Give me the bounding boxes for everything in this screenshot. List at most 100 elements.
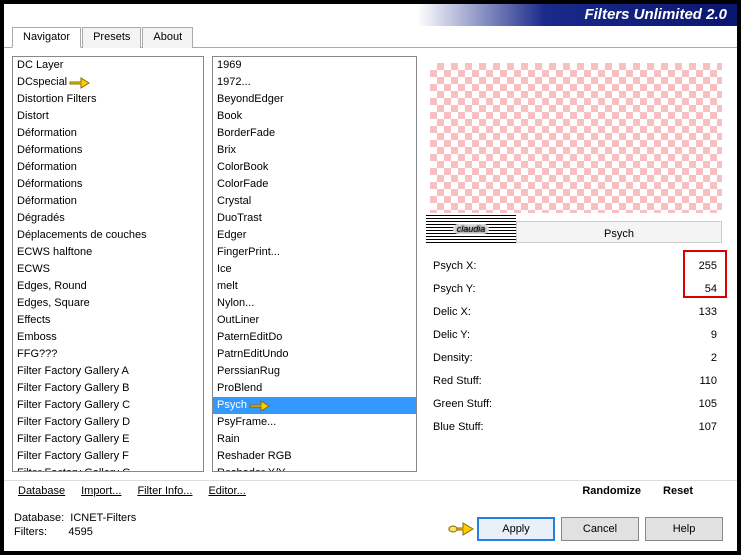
- param-value: 54: [677, 283, 717, 295]
- category-item[interactable]: DCspecial: [13, 74, 203, 91]
- category-item[interactable]: Filter Factory Gallery E: [13, 431, 203, 448]
- status-db-value: ICNET-Filters: [70, 512, 136, 524]
- title-bar: Filters Unlimited 2.0: [4, 4, 737, 26]
- category-item[interactable]: DC Layer: [13, 57, 203, 74]
- editor-link[interactable]: Editor...: [208, 485, 245, 497]
- category-item[interactable]: Filter Factory Gallery B: [13, 380, 203, 397]
- category-item[interactable]: Déformation: [13, 159, 203, 176]
- param-row[interactable]: Delic X:133: [429, 300, 721, 323]
- category-item[interactable]: Distort: [13, 108, 203, 125]
- import-link[interactable]: Import...: [81, 485, 121, 497]
- param-row[interactable]: Red Stuff:110: [429, 369, 721, 392]
- list-item-label: DC Layer: [17, 59, 63, 71]
- filter-list[interactable]: 19691972... BeyondEdger Book BorderFade Brix…: [212, 56, 417, 472]
- filter-item[interactable]: Nylon...: [213, 295, 416, 312]
- param-row[interactable]: Green Stuff: 105: [429, 392, 721, 415]
- filter-item[interactable]: Brix: [213, 142, 416, 159]
- param-row[interactable]: Delic Y:9: [429, 323, 721, 346]
- status-filters-label: Filters:: [14, 526, 47, 538]
- category-item[interactable]: Déformations: [13, 142, 203, 159]
- list-item-label: BorderFade: [217, 127, 275, 139]
- filter-item[interactable]: Psych: [213, 397, 416, 414]
- watermark-badge: claudia: [426, 215, 516, 243]
- filter-item[interactable]: 1969: [213, 57, 416, 74]
- filter-item[interactable]: melt: [213, 278, 416, 295]
- list-item-label: FFG???: [17, 348, 57, 360]
- cancel-button[interactable]: Cancel: [561, 517, 639, 541]
- list-item-label: Déformation: [17, 127, 77, 139]
- filter-info-link[interactable]: Filter Info...: [137, 485, 192, 497]
- category-item[interactable]: ECWS halftone: [13, 244, 203, 261]
- category-item[interactable]: Dégradés: [13, 210, 203, 227]
- param-row[interactable]: Density:2: [429, 346, 721, 369]
- filter-item[interactable]: BorderFade: [213, 125, 416, 142]
- filter-item[interactable]: OutLiner: [213, 312, 416, 329]
- list-item-label: Book: [217, 110, 242, 122]
- filter-item[interactable]: 1972...: [213, 74, 416, 91]
- list-item-label: PatrnEditUndo: [217, 348, 289, 360]
- filter-item[interactable]: ColorFade: [213, 176, 416, 193]
- category-item[interactable]: Déformations: [13, 176, 203, 193]
- param-value: 105: [677, 398, 717, 410]
- list-item-label: Reshader X/Y: [217, 467, 285, 472]
- tab-presets[interactable]: Presets: [82, 27, 141, 48]
- category-item[interactable]: Filter Factory Gallery D: [13, 414, 203, 431]
- pointer-hand-icon: [249, 398, 269, 412]
- param-row[interactable]: Psych Y:54: [429, 277, 721, 300]
- filter-item[interactable]: PsyFrame...: [213, 414, 416, 431]
- filter-item[interactable]: DuoTrast: [213, 210, 416, 227]
- category-item[interactable]: Filter Factory Gallery G: [13, 465, 203, 472]
- category-item[interactable]: Filter Factory Gallery F: [13, 448, 203, 465]
- filter-item[interactable]: BeyondEdger: [213, 91, 416, 108]
- help-button[interactable]: Help: [645, 517, 723, 541]
- filter-item[interactable]: Book: [213, 108, 416, 125]
- tab-about[interactable]: About: [142, 27, 193, 48]
- status-filters-value: 4595: [68, 526, 92, 538]
- filter-item[interactable]: Ice: [213, 261, 416, 278]
- list-item-label: Filter Factory Gallery E: [17, 433, 129, 445]
- randomize-link[interactable]: Randomize: [582, 485, 641, 497]
- filter-item[interactable]: Crystal: [213, 193, 416, 210]
- param-row[interactable]: Psych X:255: [429, 254, 721, 277]
- param-row[interactable]: Blue Stuff:107: [429, 415, 721, 438]
- database-link[interactable]: Database: [18, 485, 65, 497]
- category-item[interactable]: FFG???: [13, 346, 203, 363]
- filter-label-row: claudia Psych: [426, 215, 722, 245]
- category-item[interactable]: Déplacements de couches: [13, 227, 203, 244]
- param-label: Green Stuff:: [433, 398, 492, 410]
- category-item[interactable]: Edges, Round: [13, 278, 203, 295]
- filter-item[interactable]: PaternEditDo: [213, 329, 416, 346]
- filter-item[interactable]: ProBlend: [213, 380, 416, 397]
- category-item[interactable]: ECWS: [13, 261, 203, 278]
- filter-item[interactable]: Rain: [213, 431, 416, 448]
- filter-item[interactable]: Reshader RGB: [213, 448, 416, 465]
- category-list[interactable]: DC Layer DCspecialDistortion FiltersDisto…: [12, 56, 204, 472]
- reset-link[interactable]: Reset: [663, 485, 693, 497]
- filter-item[interactable]: PerssianRug: [213, 363, 416, 380]
- category-item[interactable]: Edges, Square: [13, 295, 203, 312]
- list-item-label: Filter Factory Gallery C: [17, 399, 130, 411]
- filter-item[interactable]: FingerPrint...: [213, 244, 416, 261]
- category-item[interactable]: Déformation: [13, 193, 203, 210]
- list-item-label: Déformation: [17, 161, 77, 173]
- category-item[interactable]: Emboss: [13, 329, 203, 346]
- category-item[interactable]: Filter Factory Gallery A: [13, 363, 203, 380]
- category-item[interactable]: Déformation: [13, 125, 203, 142]
- list-item-label: melt: [217, 280, 238, 292]
- category-item[interactable]: Effects: [13, 312, 203, 329]
- current-filter-name: Psych: [516, 221, 722, 243]
- filter-item[interactable]: ColorBook: [213, 159, 416, 176]
- preview-checker: [430, 63, 722, 213]
- filter-item[interactable]: PatrnEditUndo: [213, 346, 416, 363]
- list-item-label: PsyFrame...: [217, 416, 276, 428]
- parameters-panel: Psych X:255Psych Y:54Delic X:133Delic Y:…: [425, 250, 729, 472]
- param-value: 255: [677, 260, 717, 272]
- tab-navigator[interactable]: Navigator: [12, 27, 81, 48]
- apply-button[interactable]: Apply: [477, 517, 555, 541]
- category-item[interactable]: Distortion Filters: [13, 91, 203, 108]
- list-item-label: BeyondEdger: [217, 93, 284, 105]
- filter-item[interactable]: Edger: [213, 227, 416, 244]
- category-item[interactable]: Filter Factory Gallery C: [13, 397, 203, 414]
- filter-item[interactable]: Reshader X/Y: [213, 465, 416, 472]
- list-item-label: Crystal: [217, 195, 251, 207]
